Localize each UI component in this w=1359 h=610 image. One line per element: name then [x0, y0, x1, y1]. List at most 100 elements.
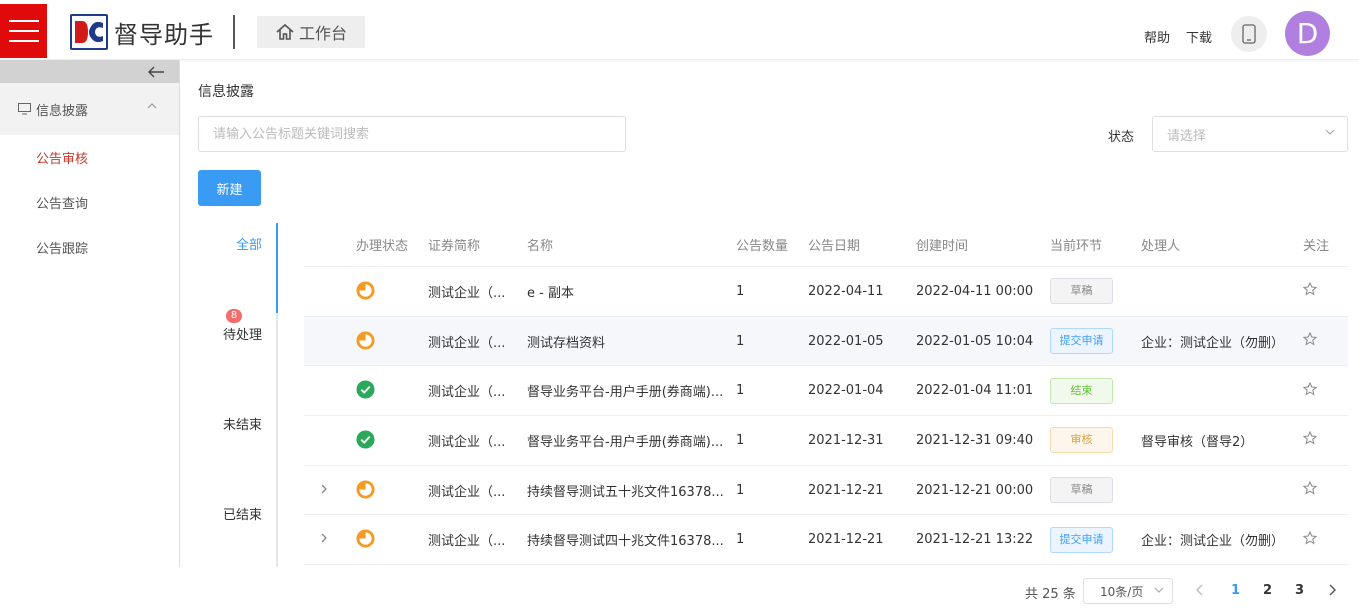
- menu-icon-bar: [8, 20, 39, 22]
- sidebar-item-announcement-review[interactable]: 公告审核: [0, 135, 179, 180]
- pub-date-cell: 2022-04-11: [808, 283, 884, 299]
- name-cell[interactable]: 持续督导测试四十兆文件16378...: [527, 530, 727, 549]
- table-row[interactable]: 测试企业（... e - 副本 1 2022-04-11 2022-04-11 00:0…: [304, 267, 1348, 317]
- security-cell: 测试企业（...: [428, 534, 506, 550]
- app-name: 督导助手: [114, 20, 214, 49]
- top-header: 督导助手 工作台 帮助 下载 D: [0, 0, 1359, 60]
- page-3[interactable]: 3: [1295, 583, 1304, 598]
- star-icon[interactable]: [1303, 332, 1343, 350]
- home-icon: [276, 23, 294, 40]
- tabs-active-indicator: [276, 223, 278, 313]
- new-button[interactable]: 新建: [198, 170, 261, 206]
- table-row[interactable]: 测试企业（... 持续督导测试四十兆文件16378... 1 2021-12-21 20…: [304, 515, 1348, 566]
- sidebar-collapse-button[interactable]: [0, 60, 179, 83]
- status-pending-icon: [356, 529, 416, 548]
- handler-cell: 企业：测试企业（勿删）: [1141, 534, 1285, 550]
- stage-cell: 提交申请: [1050, 328, 1130, 355]
- tab-pending-label: 待处理: [222, 328, 262, 343]
- name-cell[interactable]: e - 副本: [527, 282, 727, 301]
- page-1[interactable]: 1: [1231, 583, 1240, 598]
- expand-row-icon[interactable]: [320, 532, 334, 547]
- table-row[interactable]: 测试企业（... 持续督导测试五十兆文件16378... 1 2021-12-21 20…: [304, 466, 1348, 516]
- next-page-icon[interactable]: [1328, 584, 1336, 596]
- tab-pending[interactable]: 待处理 8: [182, 309, 262, 343]
- tab-unfinished[interactable]: 未结束: [182, 414, 262, 433]
- table-header: 办理状态 证券简称 名称 公告数量 公告日期 创建时间 当前环节 处理人 关注: [304, 222, 1348, 267]
- page-size-select[interactable]: 10条/页: [1083, 578, 1173, 604]
- stage-tag: 草稿: [1050, 477, 1113, 504]
- status-filter-label: 状态: [1108, 130, 1135, 145]
- col-header-security: 证券简称: [428, 238, 481, 254]
- status-pending-icon: [356, 480, 416, 499]
- sidebar-group-disclosure[interactable]: 信息披露: [0, 83, 179, 135]
- announcement-table: 办理状态 证券简称 名称 公告数量 公告日期 创建时间 当前环节 处理人 关注 …: [304, 222, 1348, 566]
- star-icon[interactable]: [1303, 381, 1343, 400]
- dc-logo-icon: [70, 14, 108, 50]
- count-cell: 1: [736, 532, 745, 548]
- phone-icon: [1242, 24, 1256, 44]
- table-row[interactable]: 测试企业（... 督导业务平台-用户手册(券商端)... 1 2021-12-31 20…: [304, 416, 1348, 466]
- count-cell: 1: [736, 283, 745, 299]
- pub-date-cell: 2021-12-21: [808, 532, 884, 548]
- col-header-pub-date: 公告日期: [808, 238, 861, 254]
- col-header-count: 公告数量: [736, 238, 789, 254]
- chevron-up-icon: [147, 103, 157, 109]
- search-input[interactable]: [198, 116, 626, 152]
- stage-cell: 结束: [1050, 377, 1130, 404]
- col-header-name: 名称: [527, 238, 554, 254]
- tab-all[interactable]: 全部: [182, 234, 262, 253]
- hamburger-menu-button[interactable]: [0, 4, 47, 58]
- name-cell[interactable]: 测试存档资料: [527, 332, 727, 351]
- created-cell: 2021-12-31 09:40: [916, 432, 1034, 448]
- user-avatar[interactable]: D: [1285, 11, 1330, 56]
- star-icon[interactable]: [1303, 282, 1343, 300]
- stage-tag: 提交申请: [1050, 526, 1113, 553]
- sidebar-item-announcement-query[interactable]: 公告查询: [0, 180, 179, 225]
- name-cell[interactable]: 督导业务平台-用户手册(券商端)...: [527, 381, 727, 400]
- expand-row-icon[interactable]: [320, 483, 334, 498]
- star-icon[interactable]: [1303, 481, 1343, 499]
- menu-icon-bar: [8, 30, 39, 32]
- arrow-left-icon: [148, 66, 164, 77]
- col-header-status: 办理状态: [356, 238, 409, 254]
- status-select-placeholder: 请选择: [1167, 128, 1207, 144]
- table-row[interactable]: 测试企业（... 督导业务平台-用户手册(券商端)... 1 2022-01-04 20…: [304, 366, 1348, 417]
- page-size-value: 10条/页: [1100, 584, 1144, 599]
- sidebar-group-label: 信息披露: [36, 103, 89, 119]
- status-done-icon: [356, 380, 416, 399]
- sidebar-item-announcement-tracking[interactable]: 公告跟踪: [0, 225, 179, 270]
- status-select[interactable]: 请选择: [1152, 116, 1348, 152]
- stage-tag: 提交申请: [1050, 328, 1113, 355]
- tab-finished[interactable]: 已结束: [182, 504, 262, 523]
- help-link[interactable]: 帮助: [1144, 27, 1170, 46]
- stage-cell: 草稿: [1050, 477, 1130, 504]
- page-2[interactable]: 2: [1263, 583, 1272, 598]
- col-header-created: 创建时间: [916, 238, 969, 254]
- pub-date-cell: 2022-01-05: [808, 333, 884, 349]
- page-title: 信息披露: [198, 84, 254, 100]
- table-body: 测试企业（... e - 副本 1 2022-04-11 2022-04-11 00:0…: [304, 267, 1348, 566]
- name-cell[interactable]: 持续督导测试五十兆文件16378...: [527, 481, 727, 500]
- stage-cell: 审核: [1050, 427, 1130, 454]
- table-row[interactable]: 测试企业（... 测试存档资料 1 2022-01-05 2022-01-05 10:0…: [304, 316, 1348, 367]
- count-cell: 1: [736, 482, 745, 498]
- status-tabs: 全部 待处理 8 未结束 已结束: [180, 223, 278, 567]
- star-icon[interactable]: [1303, 431, 1343, 449]
- pub-date-cell: 2021-12-31: [808, 432, 884, 448]
- workbench-label: 工作台: [298, 24, 347, 43]
- download-link[interactable]: 下载: [1186, 27, 1212, 46]
- prev-page-icon[interactable]: [1196, 584, 1204, 596]
- stage-tag: 结束: [1050, 377, 1113, 404]
- mobile-button[interactable]: [1231, 16, 1267, 52]
- chevron-down-icon: [1325, 129, 1335, 135]
- pagination-total: 共 25 条: [1025, 587, 1076, 602]
- name-cell[interactable]: 督导业务平台-用户手册(券商端)...: [527, 431, 727, 450]
- star-icon[interactable]: [1303, 530, 1343, 549]
- created-cell: 2021-12-21 13:22: [916, 532, 1034, 548]
- workbench-button[interactable]: 工作台: [257, 16, 365, 48]
- security-cell: 测试企业（...: [428, 335, 506, 351]
- handler-cell: 督导审核（督导2）: [1141, 434, 1254, 450]
- status-done-icon: [356, 430, 416, 449]
- created-cell: 2022-04-11 00:00: [916, 283, 1034, 299]
- app-logo[interactable]: 督导助手: [70, 14, 214, 50]
